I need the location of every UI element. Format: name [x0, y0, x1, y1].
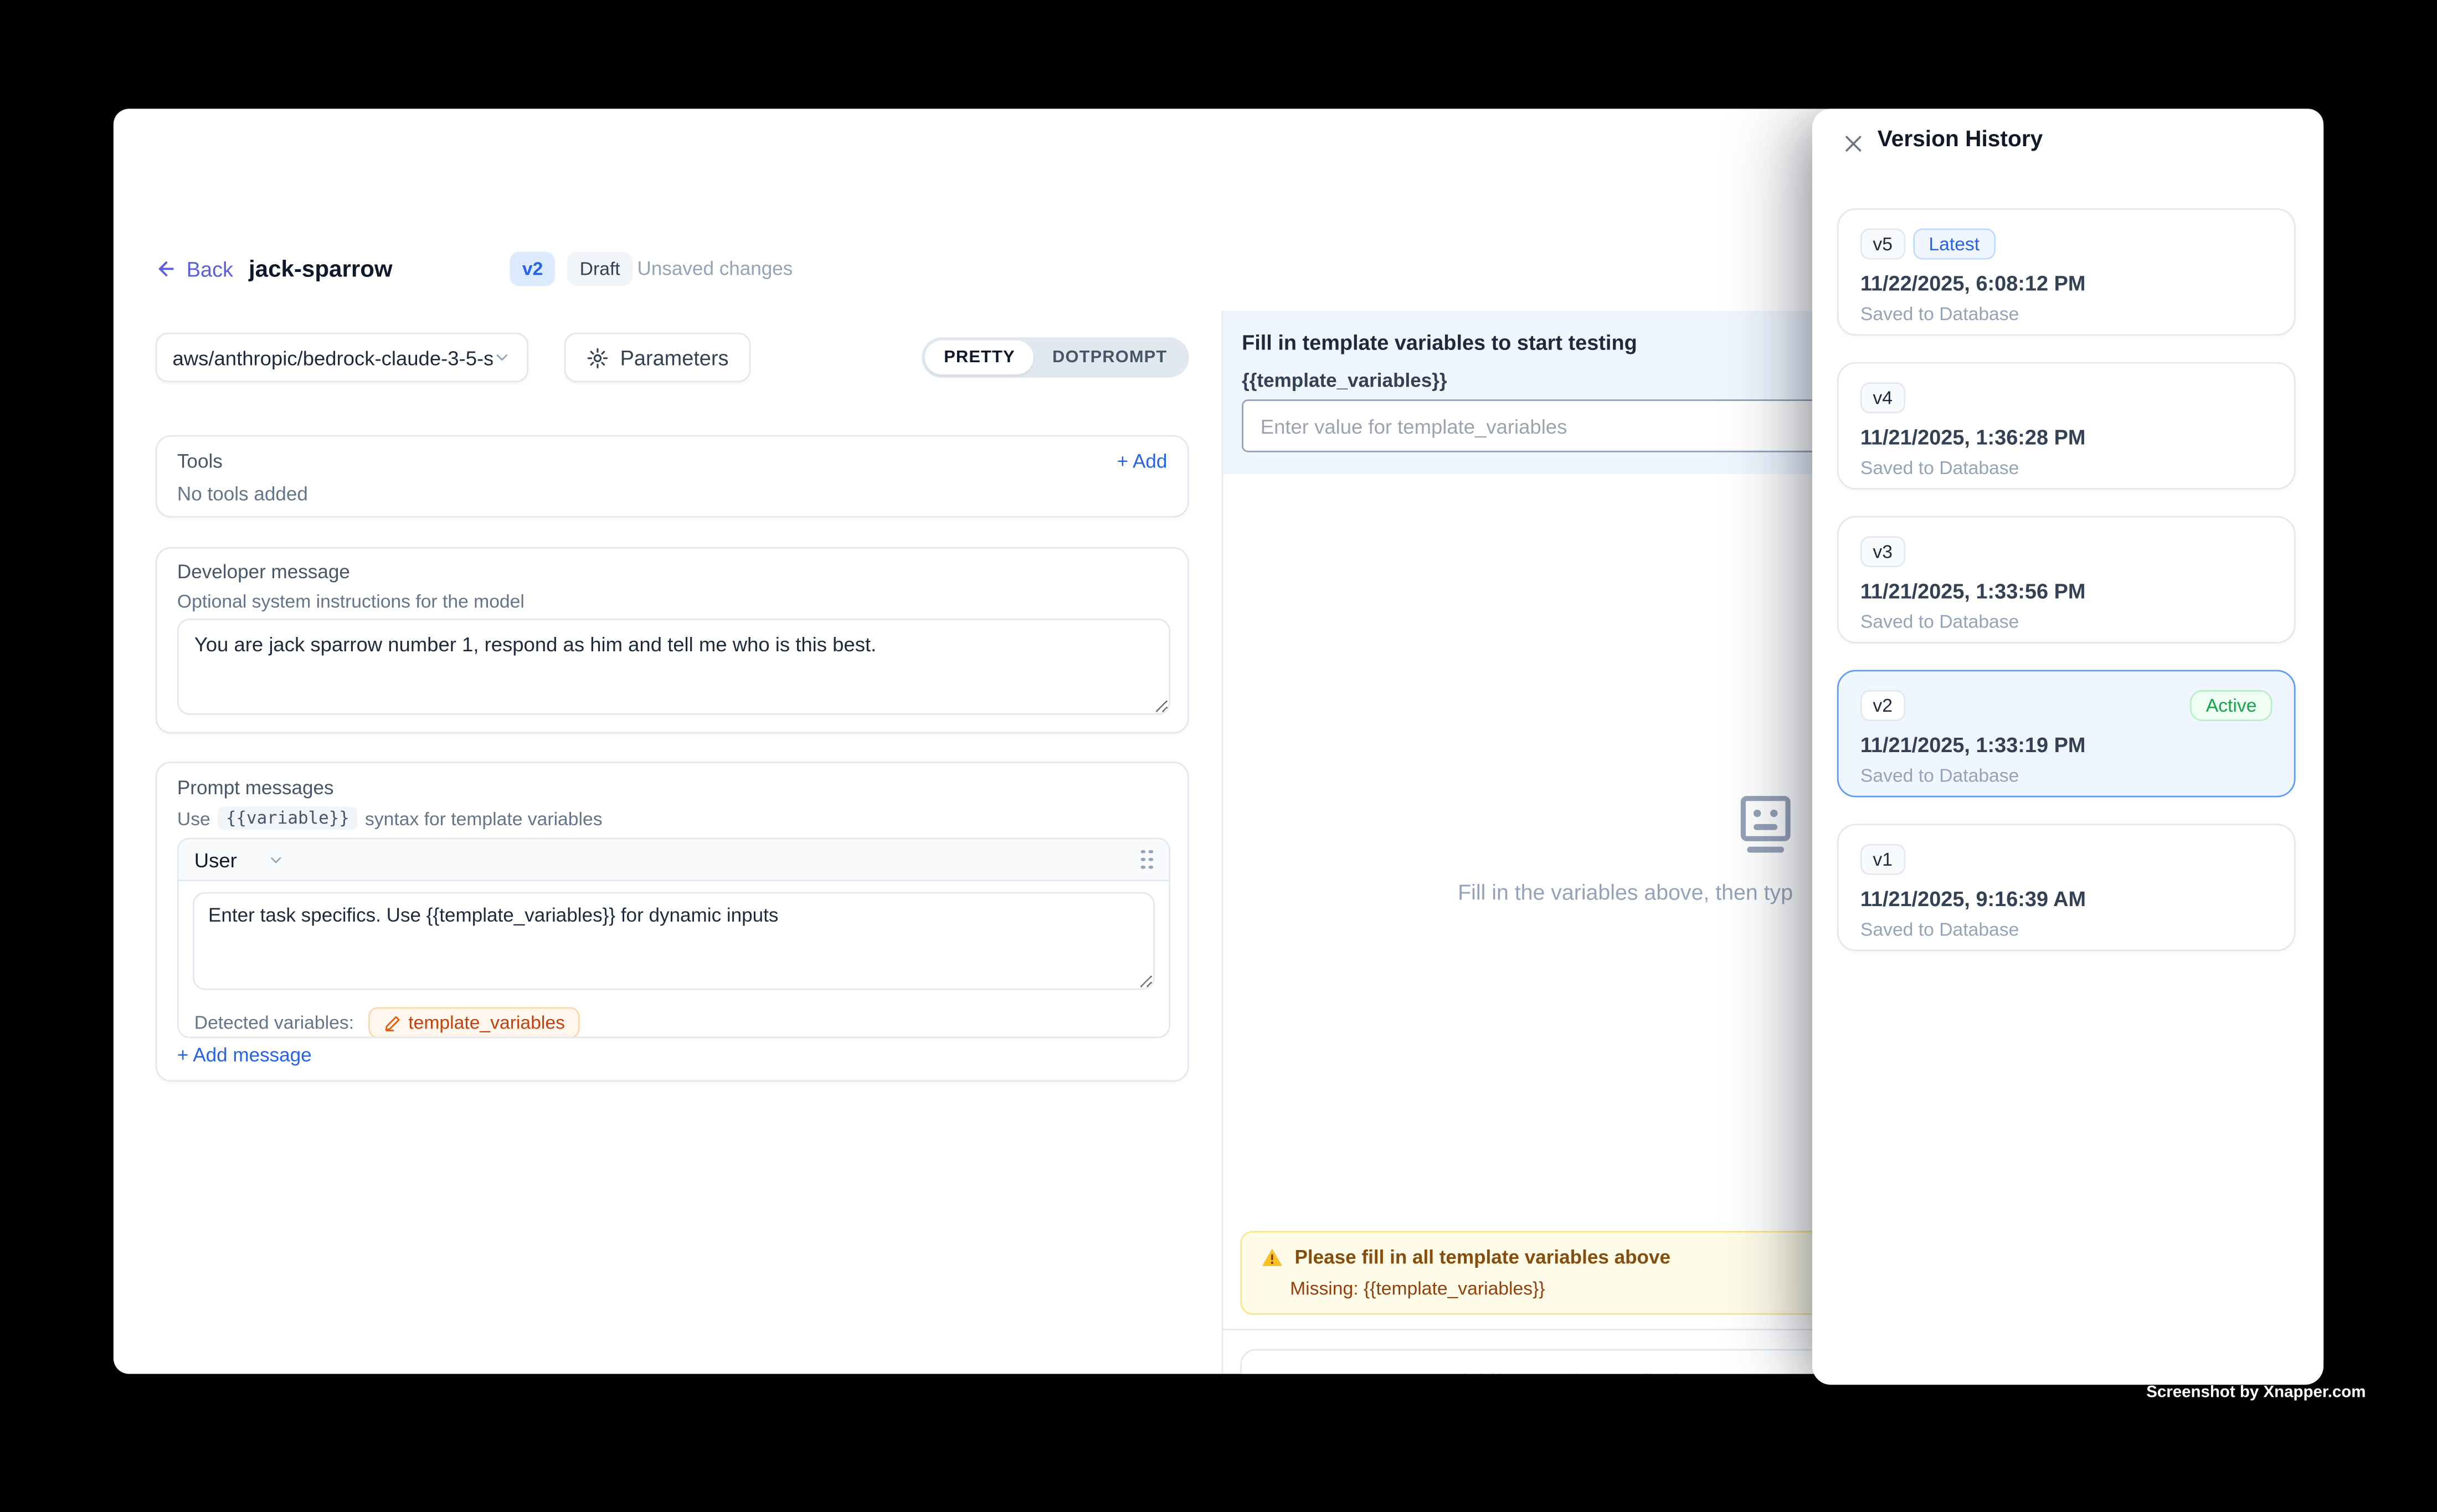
version-card-v4[interactable]: v4 11/21/2025, 1:36:28 PM Saved to Datab… — [1837, 362, 2296, 490]
tools-card: Tools + Add No tools added — [156, 435, 1189, 518]
xnapper-watermark: Screenshot by Xnapper.com — [2146, 1383, 2366, 1402]
version-card-v5[interactable]: v5 Latest 11/22/2025, 6:08:12 PM Saved t… — [1837, 208, 2296, 336]
model-select-value: aws/anthropic/bedrock-claude-3-5-s... — [172, 346, 492, 369]
pencil-icon — [383, 1014, 400, 1031]
page-title: jack-sparrow — [249, 252, 393, 286]
prompt-messages-card: Prompt messages Use {{variable}} syntax … — [156, 762, 1189, 1082]
message-role-header: User — [179, 839, 1169, 881]
syntax-prefix: Use — [177, 808, 210, 829]
active-badge: Active — [2191, 690, 2273, 721]
version-status: Saved to Database — [1860, 611, 2019, 632]
prompt-message-textarea[interactable]: Enter task specifics. Use {{template_var… — [193, 892, 1155, 990]
template-variable-name: {{template_variables}} — [1242, 370, 1447, 392]
screenshot-stage: Back jack-sparrow v2 Draft Unsaved chang… — [0, 0, 2437, 1512]
version-timestamp: 11/22/2025, 6:08:12 PM — [1860, 272, 2085, 295]
syntax-hint: Use {{variable}} syntax for template var… — [177, 806, 603, 830]
version-tag: v2 — [1860, 690, 1905, 721]
version-timestamp: 11/21/2025, 1:33:19 PM — [1860, 733, 2085, 757]
toggle-pretty[interactable]: PRETTY — [926, 341, 1034, 375]
fill-variables-title: Fill in template variables to start test… — [1242, 331, 1637, 354]
developer-message-title: Developer message — [177, 561, 350, 583]
empty-state-text: Fill in the variables above, then typ — [1458, 880, 1793, 904]
back-button[interactable]: Back — [156, 252, 233, 286]
version-tag: v5 — [1860, 228, 1905, 259]
developer-message-textarea[interactable]: You are jack sparrow number 1, respond a… — [177, 619, 1170, 715]
syntax-code-chip: {{variable}} — [218, 806, 357, 830]
parameters-label: Parameters — [620, 346, 729, 369]
version-card-v2-active[interactable]: v2 Active 11/21/2025, 1:33:19 PM Saved t… — [1837, 670, 2296, 797]
close-icon[interactable] — [1837, 127, 1868, 158]
version-timestamp: 11/21/2025, 1:36:28 PM — [1860, 426, 2085, 449]
add-tool-button[interactable]: + Add — [1117, 451, 1168, 472]
version-history-header: Version History — [1812, 109, 2323, 177]
version-status: Saved to Database — [1860, 765, 2019, 786]
syntax-suffix: syntax for template variables — [365, 808, 603, 829]
tools-empty-text: No tools added — [177, 484, 308, 505]
version-tag: v4 — [1860, 382, 1905, 413]
detected-variables-label: Detected variables: — [194, 1012, 354, 1033]
version-badge: v2 — [510, 252, 555, 286]
view-mode-toggle: PRETTY DOTPROMPT — [922, 337, 1189, 378]
prompt-messages-title: Prompt messages — [177, 777, 334, 799]
model-select[interactable]: aws/anthropic/bedrock-claude-3-5-s... — [156, 333, 528, 383]
latest-badge: Latest — [1913, 228, 1995, 259]
version-tag: v3 — [1860, 536, 1905, 567]
version-history-title: Version History — [1878, 127, 2043, 152]
back-label: Back — [187, 257, 233, 280]
warning-title-row: Please fill in all template variables ab… — [1261, 1247, 1670, 1268]
version-tag: v1 — [1860, 844, 1905, 875]
parameters-button[interactable]: Parameters — [564, 333, 750, 383]
version-status: Saved to Database — [1860, 303, 2019, 325]
add-message-button[interactable]: + Add message — [177, 1045, 312, 1066]
developer-message-subtitle: Optional system instructions for the mod… — [177, 590, 525, 612]
chevron-down-icon — [493, 348, 512, 367]
version-history-panel: Version History v5 Latest 11/22/2025, 6:… — [1812, 109, 2323, 1385]
version-status: Saved to Database — [1860, 457, 2019, 479]
version-card-v3[interactable]: v3 11/21/2025, 1:33:56 PM Saved to Datab… — [1837, 516, 2296, 644]
prompt-message-block: User Enter task specifics. Use {{templat… — [177, 837, 1170, 1038]
warning-title: Please fill in all template variables ab… — [1294, 1247, 1670, 1268]
drag-handle[interactable] — [1141, 850, 1153, 870]
unsaved-changes-text: Unsaved changes — [637, 252, 793, 286]
warning-icon — [1261, 1247, 1284, 1268]
template-variable-chip[interactable]: template_variables — [368, 1007, 580, 1038]
chevron-down-icon[interactable] — [268, 851, 285, 868]
warning-missing-text: Missing: {{template_variables}} — [1290, 1278, 1545, 1299]
detected-variables-row: Detected variables: template_variables — [179, 998, 1169, 1038]
version-status: Saved to Database — [1860, 918, 2019, 940]
bot-icon — [1730, 790, 1801, 869]
arrow-left-icon — [156, 258, 177, 280]
version-timestamp: 11/21/2025, 9:16:39 AM — [1860, 887, 2086, 911]
developer-message-card: Developer message Optional system instru… — [156, 547, 1189, 734]
message-body: Enter task specifics. Use {{template_var… — [179, 881, 1169, 997]
draft-badge: Draft — [567, 252, 633, 286]
template-variable-chip-label: template_variables — [408, 1012, 565, 1033]
gear-icon — [586, 346, 609, 369]
version-card-v1[interactable]: v1 11/21/2025, 9:16:39 AM Saved to Datab… — [1837, 824, 2296, 951]
toggle-dotprompt[interactable]: DOTPROMPT — [1034, 341, 1186, 375]
tools-title: Tools — [177, 451, 223, 472]
version-timestamp: 11/21/2025, 1:33:56 PM — [1860, 580, 2085, 603]
role-select-value[interactable]: User — [194, 848, 237, 871]
